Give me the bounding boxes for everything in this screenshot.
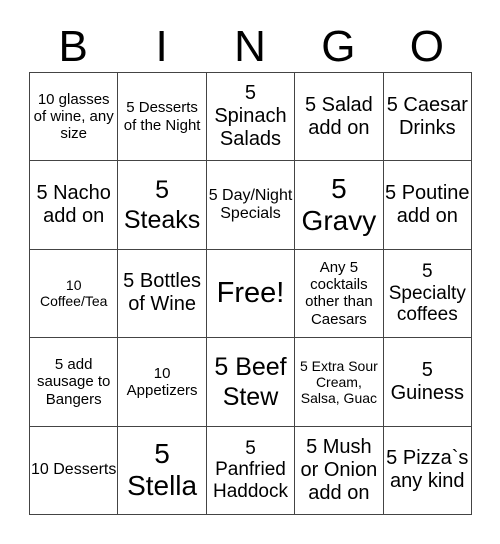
bingo-cell-free[interactable]: Free! [206,249,296,339]
bingo-cell[interactable]: 5 Poutine add on [383,161,472,250]
header-letter-b: B [58,22,88,71]
bingo-cell[interactable]: 5 add sausage to Bangers [30,338,119,427]
bingo-cell[interactable]: 5 Spinach Salads [206,73,296,162]
bingo-cell[interactable]: 10 glasses of wine, any size [30,73,119,162]
bingo-cell[interactable]: 10 Coffee/Tea [30,249,119,339]
bingo-header: B I N G O [29,22,471,72]
bingo-cell[interactable]: 10 Desserts [30,426,119,515]
bingo-cell[interactable]: 5 Stella [118,426,207,515]
header-letter-n: N [234,22,266,71]
bingo-cell[interactable]: 5 Nacho add on [30,161,119,250]
bingo-cell[interactable]: 5 Beef Stew [206,338,296,427]
bingo-cell[interactable]: 5 Bottles of Wine [118,249,207,339]
bingo-cell[interactable]: 5 Day/Night Specials [206,161,296,250]
bingo-cell[interactable]: 5 Extra Sour Cream, Salsa, Guac [295,338,384,427]
header-letter-i: I [155,22,168,71]
bingo-card-grid: 10 glasses of wine, any size 5 Desserts … [29,72,472,515]
bingo-cell[interactable]: Any 5 cocktails other than Caesars [295,249,384,339]
bingo-cell[interactable]: 10 Appetizers [118,338,207,427]
bingo-cell[interactable]: 5 Desserts of the Night [118,73,207,162]
bingo-cell[interactable]: 5 Guiness [383,338,472,427]
bingo-cell[interactable]: 5 Panfried Haddock [206,426,296,515]
header-letter-o: O [409,22,444,71]
bingo-cell[interactable]: 5 Salad add on [295,73,384,162]
header-letter-g: G [321,22,356,71]
bingo-cell[interactable]: 5 Pizza`s any kind [383,426,472,515]
bingo-cell[interactable]: 5 Specialty coffees [383,249,472,339]
bingo-cell[interactable]: 5 Steaks [118,161,207,250]
bingo-cell[interactable]: 5 Mush or Onion add on [295,426,384,515]
bingo-cell[interactable]: 5 Gravy [295,161,384,250]
bingo-cell[interactable]: 5 Caesar Drinks [383,73,472,162]
